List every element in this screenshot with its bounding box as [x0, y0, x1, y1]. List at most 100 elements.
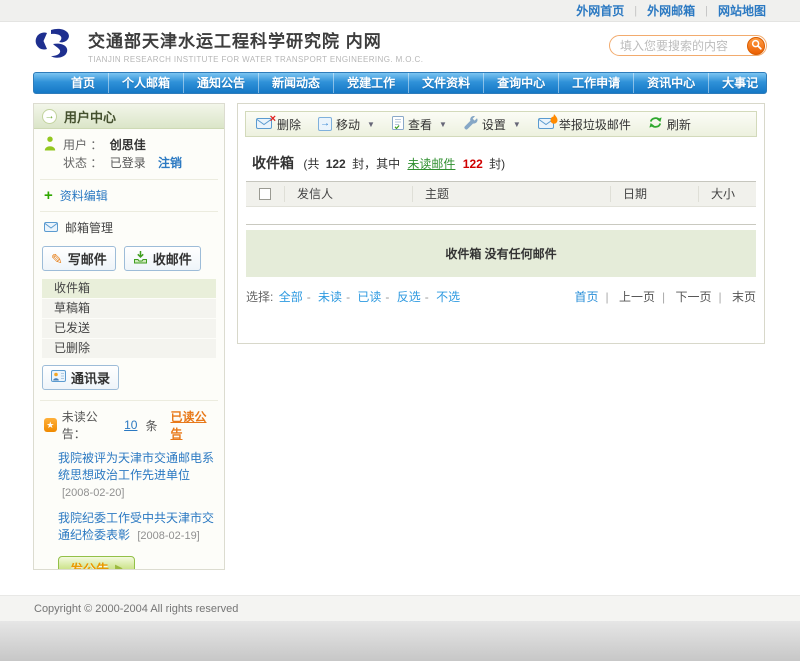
- delete-button[interactable]: 删除: [256, 116, 301, 133]
- view-label: 查看: [408, 116, 432, 133]
- page-last-link[interactable]: 末页: [732, 290, 756, 304]
- announcements: 未读公告： 10 条 已读公告 我院被评为天津市交通邮电系统思想政治工作先进单位…: [34, 401, 224, 570]
- edit-profile-row[interactable]: 资料编辑: [34, 180, 224, 211]
- select-all-cell: [246, 186, 284, 202]
- folder-deleted[interactable]: 已删除: [42, 339, 216, 358]
- write-mail-label: 写邮件: [68, 249, 107, 268]
- footer: Copyright © 2000-2004 All rights reserve…: [0, 595, 800, 621]
- mail-folder-list: 收件箱 草稿箱 已发送 已删除: [34, 279, 224, 358]
- search-input[interactable]: [609, 35, 767, 56]
- site-subtitle: TIANJIN RESEARCH INSTITUTE FOR WATER TRA…: [88, 55, 423, 64]
- select-unread-link[interactable]: 未读: [318, 290, 342, 304]
- content: 用户中心 用户 ： 创思佳 状态 ： 已登录: [0, 103, 800, 595]
- nav-item-party-work[interactable]: 党建工作: [333, 73, 408, 93]
- search-button[interactable]: [747, 37, 765, 55]
- sidebar-header: 用户中心: [34, 104, 224, 129]
- contacts-button[interactable]: 通讯录: [42, 365, 119, 390]
- page-prev-link[interactable]: 上一页: [619, 290, 655, 304]
- folder-inbox[interactable]: 收件箱: [42, 279, 216, 298]
- inbox-title: 收件箱: [252, 155, 294, 171]
- nav-item-news[interactable]: 新闻动态: [258, 73, 333, 93]
- view-list-icon: [392, 116, 404, 133]
- separator: [719, 290, 722, 304]
- mail-panel: 删除 移动 查看: [237, 103, 765, 344]
- notice-link[interactable]: 我院被评为天津市交通邮电系统思想政治工作先进单位: [58, 451, 214, 482]
- unread-notice-count-link[interactable]: 10: [124, 418, 137, 432]
- brand-text: 交通部天津水运工程科学研究院 内网 TIANJIN RESEARCH INSTI…: [88, 27, 423, 64]
- page-first-link[interactable]: 首页: [575, 290, 599, 304]
- main-nav: 首页 个人邮箱 通知公告 新闻动态 党建工作 文件资料 查询中心 工作申请 资讯…: [33, 72, 767, 94]
- select-none-link[interactable]: 不选: [436, 290, 460, 304]
- list-footer: 选择: 全部 未读 已读 反选 不选 首页 上一页 下一页 末页: [246, 288, 756, 305]
- search-icon: [751, 38, 762, 53]
- read-notices-link[interactable]: 已读公告: [170, 408, 214, 442]
- notice-date: [2008-02-19]: [137, 530, 199, 542]
- bottom-strip: [0, 621, 800, 661]
- status-label: 状态 ：: [63, 156, 102, 170]
- logout-link[interactable]: 注销: [158, 156, 182, 170]
- mail-buttons: 写邮件 收邮件: [34, 243, 224, 279]
- move-button[interactable]: 移动: [318, 116, 375, 133]
- count-prefix: (共: [303, 157, 319, 171]
- nav-item-personal-mail[interactable]: 个人邮箱: [108, 73, 183, 93]
- move-label: 移动: [336, 116, 360, 133]
- settings-button[interactable]: 设置: [464, 116, 521, 133]
- brand: 交通部天津水运工程科学研究院 内网 TIANJIN RESEARCH INSTI…: [33, 26, 423, 65]
- announcements-header: 未读公告： 10 条 已读公告: [44, 408, 214, 442]
- topbar-link-extranet-mail[interactable]: 外网邮箱: [647, 2, 695, 19]
- wrench-icon: [464, 116, 478, 133]
- nav-item-documents[interactable]: 文件资料: [408, 73, 483, 93]
- view-button[interactable]: 查看: [392, 116, 447, 133]
- spam-mail-icon: [538, 118, 555, 130]
- nav-item-home[interactable]: 首页: [58, 73, 108, 93]
- nav-item-info-center[interactable]: 资讯中心: [633, 73, 708, 93]
- select-links: 选择: 全部 未读 已读 反选 不选: [246, 288, 462, 305]
- report-spam-button[interactable]: 举报垃圾邮件: [538, 116, 631, 133]
- unread-mail-link[interactable]: 未读邮件: [407, 157, 455, 171]
- topbar-link-sitemap[interactable]: 网站地图: [718, 2, 766, 19]
- count-suffix: 封): [489, 157, 505, 171]
- folder-sent[interactable]: 已发送: [42, 319, 216, 338]
- post-notice-label: 发公告: [70, 559, 109, 570]
- sidebar-title: 用户中心: [64, 107, 116, 126]
- move-arrow-icon: [318, 117, 332, 131]
- column-sender: 发信人: [284, 186, 412, 202]
- arrow-circle-icon: [42, 109, 57, 124]
- nav-item-query-center[interactable]: 查询中心: [483, 73, 558, 93]
- write-mail-button[interactable]: 写邮件: [42, 246, 116, 271]
- refresh-button[interactable]: 刷新: [648, 116, 691, 133]
- separator: [385, 290, 389, 304]
- edit-profile-link[interactable]: 资料编辑: [60, 187, 108, 204]
- chevron-down-icon: [439, 120, 447, 129]
- pagination: 首页 上一页 下一页 末页: [575, 288, 756, 305]
- select-read-link[interactable]: 已读: [357, 290, 381, 304]
- select-invert-link[interactable]: 反选: [397, 290, 421, 304]
- separator: [307, 290, 311, 304]
- divider: [246, 224, 756, 225]
- chevron-down-icon: [367, 120, 375, 129]
- separator: [662, 290, 665, 304]
- topbar-link-extranet-home[interactable]: 外网首页: [576, 2, 624, 19]
- person-icon: [44, 136, 56, 172]
- unread-notice-label: 未读公告：: [62, 408, 116, 442]
- delete-mail-icon: [256, 118, 273, 130]
- count-mid: 封，其中: [352, 157, 400, 171]
- nav-item-memorabilia[interactable]: 大事记: [708, 73, 771, 93]
- select-all-checkbox[interactable]: [259, 188, 271, 200]
- nav-item-notices[interactable]: 通知公告: [183, 73, 258, 93]
- user-label: 用户 ：: [63, 138, 102, 152]
- select-all-link[interactable]: 全部: [279, 290, 303, 304]
- page-next-link[interactable]: 下一页: [676, 290, 712, 304]
- plus-icon: [44, 190, 53, 202]
- folder-drafts[interactable]: 草稿箱: [42, 299, 216, 318]
- mail-manage-row: 邮箱管理: [34, 212, 224, 243]
- receive-mail-button[interactable]: 收邮件: [124, 246, 201, 271]
- play-arrow-icon: [115, 563, 123, 570]
- user-info-block: 用户 ： 创思佳 状态 ： 已登录 注销: [34, 129, 224, 179]
- nav-item-work-apply[interactable]: 工作申请: [558, 73, 633, 93]
- column-date: 日期: [610, 186, 698, 202]
- post-notice-button[interactable]: 发公告: [58, 556, 135, 570]
- pencil-icon: [51, 253, 63, 265]
- flame-icon: [550, 113, 558, 127]
- envelope-icon: [44, 221, 58, 235]
